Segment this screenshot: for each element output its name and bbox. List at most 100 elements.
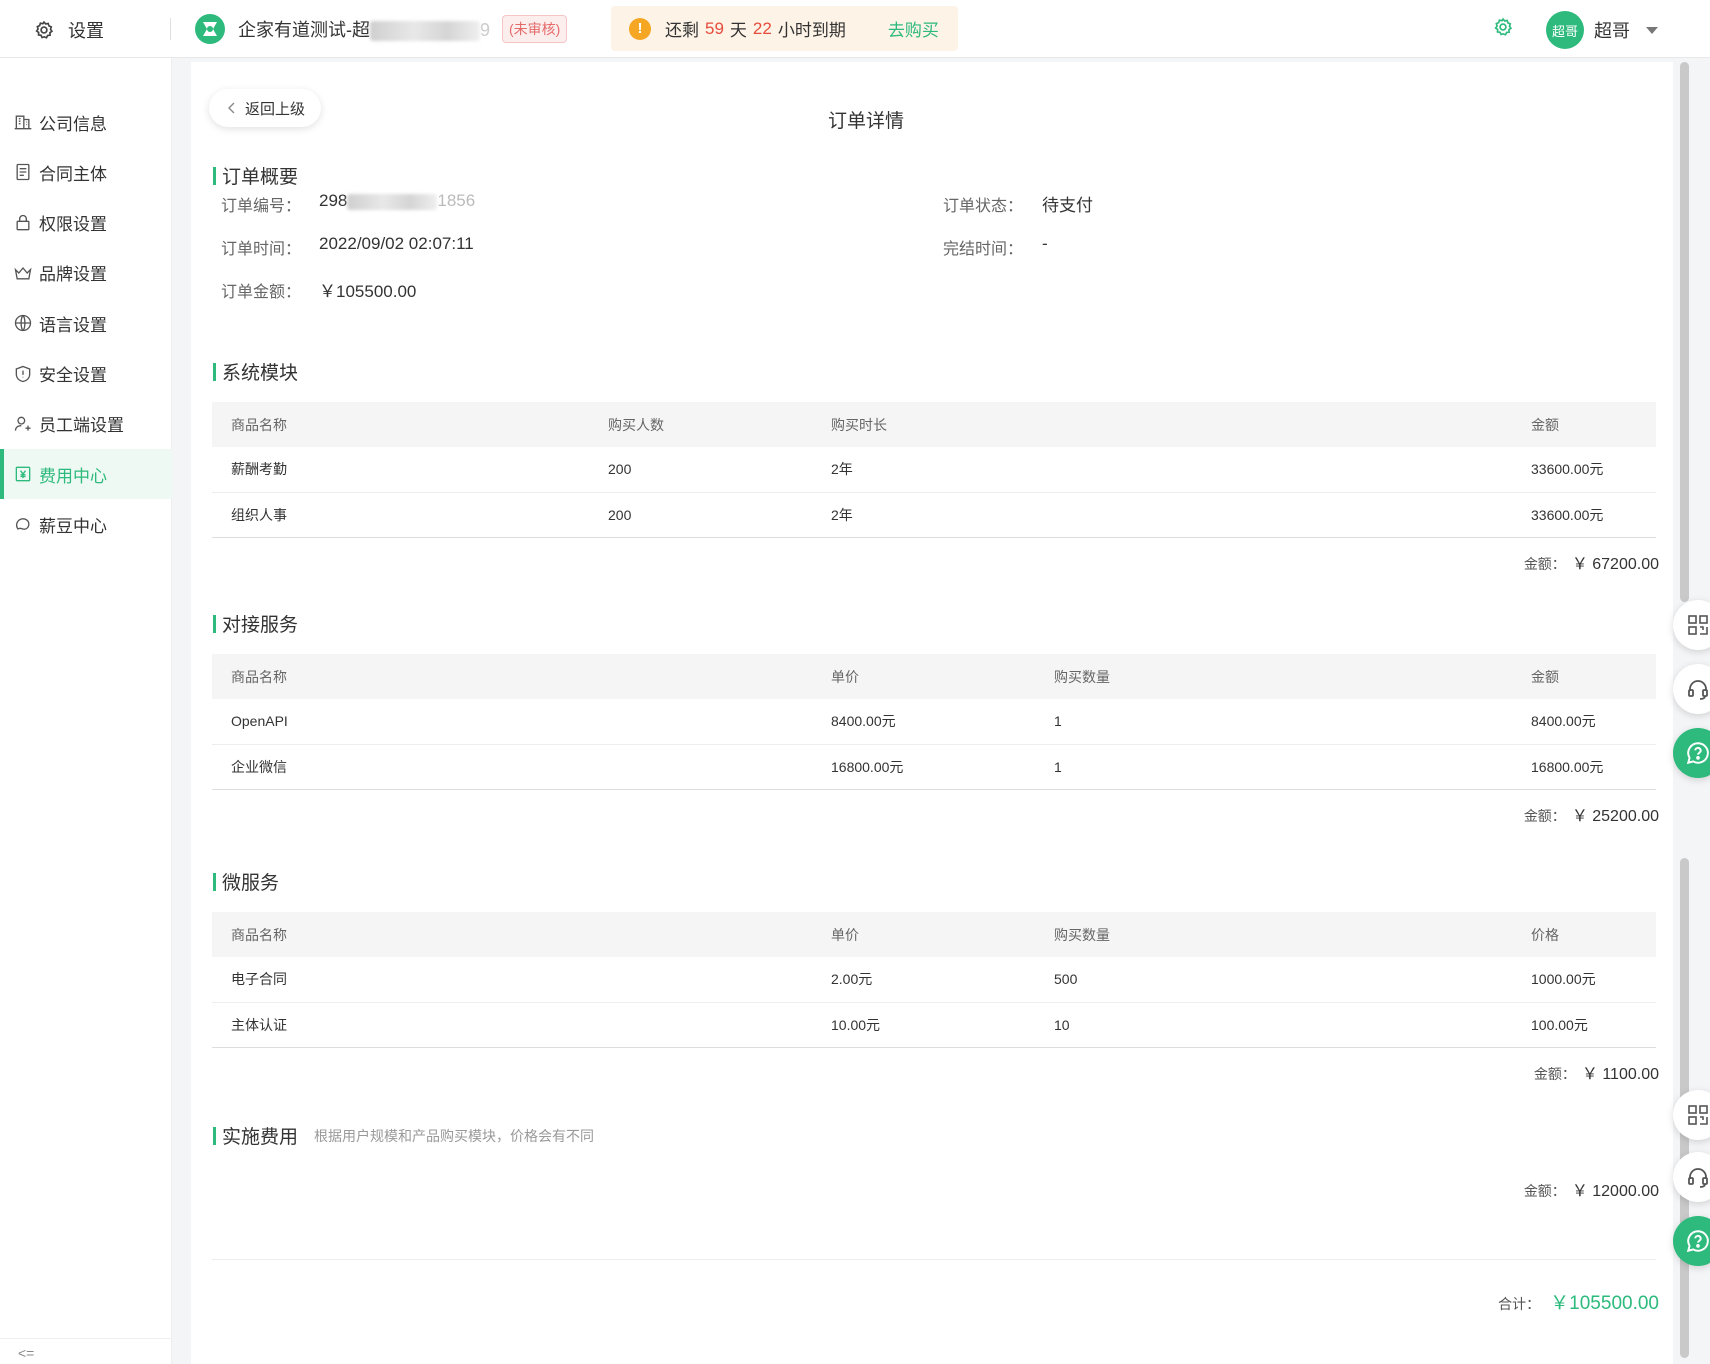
globe-icon [14, 315, 32, 332]
lock-icon [16, 214, 30, 230]
order-amount-value: ￥105500.00 [319, 282, 417, 301]
buy-link[interactable]: 去购买 [888, 16, 939, 41]
section-marker [213, 614, 216, 633]
table-row: OpenAPI 8400.00元 1 8400.00元 [212, 699, 1656, 745]
cell-price: 2.00元 [812, 957, 1035, 1003]
column-header: 商品名称 [212, 402, 589, 447]
chevron-down-icon [1646, 26, 1658, 34]
user-menu[interactable]: 超哥 超哥 [1546, 11, 1658, 49]
column-header: 商品名称 [212, 654, 812, 699]
sidebar-item-2[interactable]: 合同主体 [0, 147, 172, 197]
micro-services-table: 商品名称 单价 购买数量 价格 电子合同 2.00元 500 1000.00元 … [212, 912, 1656, 1048]
order-no-label: 订单编号： [221, 198, 302, 215]
expire-days: 59 [705, 18, 724, 38]
bean-icon [15, 518, 30, 531]
sidebar-item-1[interactable]: 公司信息 [0, 97, 172, 147]
services-table: 商品名称 单价 购买数量 金额 OpenAPI 8400.00元 1 8400.… [212, 654, 1656, 790]
order-detail-card: 返回上级 订单详情 订单概要 订单编号： 298 1856 订单状态： 待支付 订… [191, 62, 1673, 1364]
table-row: 薪酬考勤 200 2年 33600.00元 [212, 447, 1656, 493]
company-switcher[interactable]: 企家有道测试-超 9 (未审核) [194, 13, 568, 45]
order-no-value: 298 1856 [319, 191, 476, 210]
section-title-services: 对接服务 [213, 610, 298, 637]
sidebar-item-5[interactable]: 语言设置 [0, 298, 172, 348]
cell-quantity: 500 [1035, 957, 1512, 1003]
cell-product: 主体认证 [212, 1002, 812, 1048]
sidebar-item-label: 合同主体 [39, 164, 107, 184]
column-header: 单价 [812, 654, 1035, 699]
table-row: 企业微信 16800.00元 1 16800.00元 [212, 744, 1656, 790]
building-icon [14, 115, 32, 130]
cell-amount: 8400.00元 [1512, 699, 1656, 745]
warning-icon: ! [629, 17, 651, 40]
redacted-text [347, 193, 438, 210]
finish-time-label: 完结时间： [943, 241, 1024, 258]
crown-icon [14, 266, 32, 280]
section-title-micro-services: 微服务 [213, 868, 279, 895]
column-header: 购买数量 [1035, 912, 1512, 957]
system-modules-subtotal: 金额： ￥ 67200.00 [1523, 556, 1659, 573]
unreviewed-badge: (未审核) [502, 15, 568, 43]
cell-product: 企业微信 [212, 744, 812, 790]
sidebar-item-8[interactable]: 费用中心 [0, 449, 172, 500]
customer-service-button[interactable] [1673, 664, 1710, 714]
cell-amount: 16800.00元 [1512, 744, 1656, 790]
expire-suffix: 小时到期 [777, 21, 846, 40]
company-name: 企家有道测试-超 9 [238, 20, 491, 42]
services-subtotal: 金额： ￥ 25200.00 [1523, 808, 1659, 825]
order-time-label: 订单时间： [221, 241, 302, 258]
gear-icon[interactable] [1493, 17, 1513, 37]
column-header: 金额 [1512, 654, 1656, 699]
sidebar-item-6[interactable]: 安全设置 [0, 349, 172, 399]
cell-amount: 100.00元 [1512, 1002, 1656, 1048]
customer-service-button[interactable] [1673, 1152, 1710, 1202]
qr-code-button[interactable] [1673, 600, 1710, 650]
column-header: 购买时长 [812, 402, 1512, 447]
cell-duration: 2年 [812, 492, 1512, 538]
qr-code-icon [1688, 1105, 1708, 1125]
cell-product: OpenAPI [212, 699, 812, 745]
help-button[interactable] [1673, 728, 1710, 778]
sidebar-item-3[interactable]: 权限设置 [0, 198, 172, 248]
cell-price: 16800.00元 [812, 744, 1035, 790]
micro-services-subtotal: 金额： ￥ 1100.00 [1533, 1066, 1659, 1083]
expire-day-unit: 天 [729, 21, 747, 40]
status-value: 待支付 [1042, 196, 1093, 215]
help-button[interactable] [1673, 1216, 1710, 1266]
sidebar-item-label: 费用中心 [39, 466, 107, 486]
cell-product: 组织人事 [212, 492, 589, 538]
cell-price: 10.00元 [812, 1002, 1035, 1048]
headset-icon [1688, 680, 1708, 700]
header-divider [170, 18, 171, 40]
system-modules-table: 商品名称 购买人数 购买时长 金额 薪酬考勤 200 2年 33600.00元 … [212, 402, 1656, 538]
qr-code-button[interactable] [1673, 1090, 1710, 1140]
sidebar-item-7[interactable]: 员工端设置 [0, 399, 172, 449]
cell-users: 200 [589, 492, 812, 538]
table-row: 电子合同 2.00元 500 1000.00元 [212, 957, 1656, 1003]
yen-icon [15, 466, 31, 482]
scrollbar-thumb[interactable] [1680, 62, 1689, 602]
sidebar-item-label: 公司信息 [39, 114, 107, 134]
section-marker [213, 1126, 216, 1145]
sidebar-item-label: 权限设置 [39, 215, 107, 235]
cell-product: 薪酬考勤 [212, 447, 589, 493]
column-header: 购买人数 [589, 402, 812, 447]
sidebar-item-label: 语言设置 [39, 315, 107, 335]
help-chat-icon [1686, 1230, 1709, 1253]
expire-hours: 22 [752, 18, 772, 38]
sidebar: 公司信息合同主体权限设置品牌设置语言设置安全设置 员工端设置费用中心薪豆中心 <= [0, 58, 172, 1364]
order-amount-label: 订单金额： [221, 284, 302, 301]
sidebar-item-9[interactable]: 薪豆中心 [0, 499, 172, 549]
page-title: 订单详情 [827, 111, 904, 132]
cell-amount: 1000.00元 [1512, 957, 1656, 1003]
order-time-value: 2022/09/02 02:07:11 [319, 234, 474, 253]
document-icon [16, 164, 30, 181]
company-logo-icon [195, 14, 225, 44]
headset-icon [1688, 1168, 1708, 1188]
qr-code-icon [1688, 615, 1708, 635]
column-header: 价格 [1512, 912, 1656, 957]
sidebar-item-4[interactable]: 品牌设置 [0, 248, 172, 298]
cell-price: 8400.00元 [812, 699, 1035, 745]
settings-title[interactable]: 设置 [34, 17, 104, 43]
section-marker [213, 872, 216, 891]
collapse-sidebar-button[interactable]: <= [0, 1338, 172, 1364]
